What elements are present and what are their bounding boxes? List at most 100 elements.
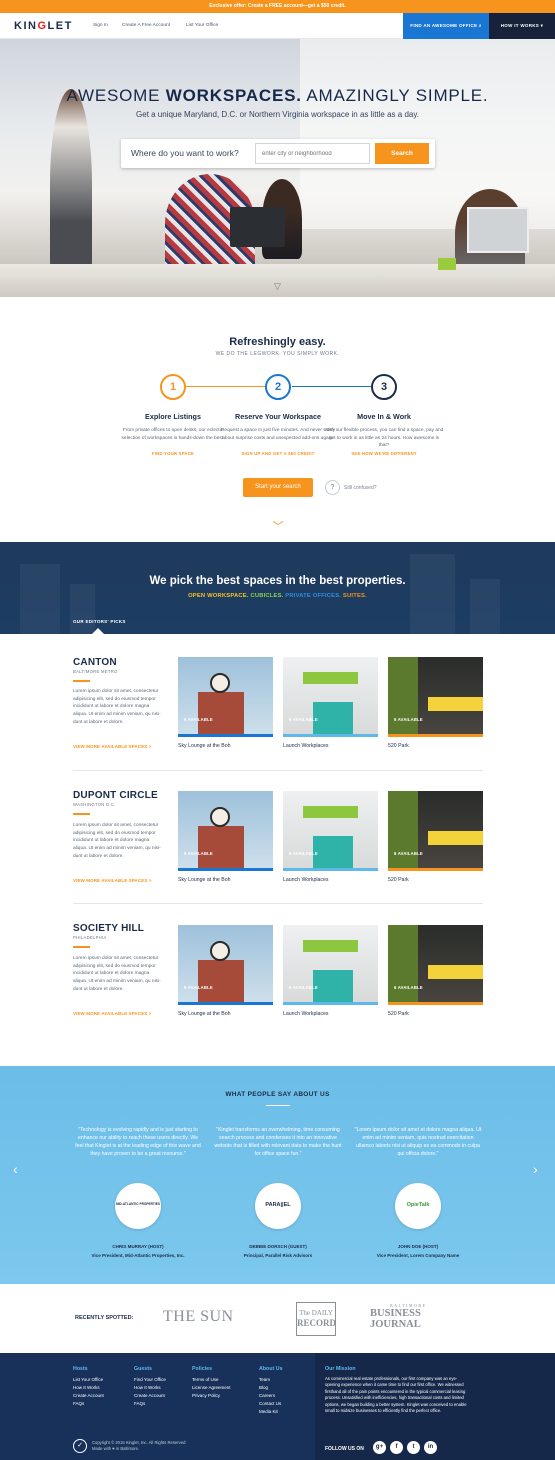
step-1-circle: 1 [160, 374, 186, 400]
promo-banner[interactable]: Exclusive offer: Create a FREE account—g… [0, 0, 555, 13]
availability-badge: 6 AVAILABLE [289, 851, 318, 856]
chevron-left-icon[interactable]: ‹ [13, 1161, 18, 1177]
footer-link[interactable]: Create Account [73, 1393, 104, 1398]
facebook-icon[interactable]: f [390, 1441, 403, 1454]
sign-in-link[interactable]: Sign In [93, 23, 108, 28]
testimonial-quote: "Kinglet transforms an overwhelming, tim… [214, 1127, 342, 1157]
footer-link[interactable]: Team [259, 1377, 270, 1382]
footer-link[interactable]: How It Works [73, 1385, 100, 1390]
find-your-space-link[interactable]: FIND YOUR SPACE [113, 451, 233, 456]
testimonial-name: DEBBIE DORSCH (GUEST) [249, 1244, 307, 1249]
help-icon[interactable]: ? [325, 480, 340, 495]
neighborhood-city: WASHINGTON D.C. [73, 802, 116, 807]
space-name[interactable]: Sky Lounge at the Boh [178, 877, 231, 883]
section-divider [73, 903, 483, 904]
step-1-title: Explore Listings [145, 412, 201, 421]
footer-link[interactable]: List Your Office [73, 1377, 103, 1382]
space-name[interactable]: Sky Lounge at the Boh [178, 743, 231, 749]
find-office-button[interactable]: FIND AN AWESOME OFFICE ⌕ [403, 13, 489, 39]
press-logo-business-journal[interactable]: BALTIMORE BUSINESS JOURNAL [370, 1303, 470, 1330]
footer-link[interactable]: Careers [259, 1393, 275, 1398]
location-search-input[interactable] [255, 143, 370, 164]
footer-link[interactable]: Create Account [134, 1393, 165, 1398]
google-plus-icon[interactable]: g+ [373, 1441, 386, 1454]
still-confused-link[interactable]: Still confused? [344, 485, 377, 491]
step-1-desc: From private offices to open desks, our … [121, 428, 225, 441]
find-office-label: FIND AN AWESOME OFFICE [410, 23, 478, 28]
availability-badge: 6 AVAILABLE [184, 985, 213, 990]
footer-link[interactable]: FAQs [73, 1401, 84, 1406]
testimonial-quote: "Lorem ipsum dolor sit amet et dolore ma… [354, 1127, 482, 1157]
space-name[interactable]: 520 Park [388, 877, 409, 883]
space-name[interactable]: Sky Lounge at the Boh [178, 1011, 231, 1017]
wall-art [303, 806, 358, 818]
chevron-down-icon[interactable]: ﹀ [268, 518, 288, 534]
see-how-different-link[interactable]: SEE HOW WE'RE DIFFERENT [324, 451, 444, 456]
neighborhood-name: DUPONT CIRCLE [73, 790, 158, 801]
editors-picks-label: OUR EDITORS' PICKS [73, 619, 126, 624]
footer-link[interactable]: Privacy Policy [192, 1393, 220, 1398]
space-card[interactable]: 6 AVAILABLE [388, 657, 483, 737]
space-name[interactable]: Launch Workplaces [283, 743, 328, 749]
step-3-title: Move In & Work [357, 412, 411, 421]
skyline-building [470, 579, 500, 634]
card-accent [388, 734, 483, 737]
company-logo-badge: OpieTalk [395, 1183, 441, 1229]
hero-title: AWESOME WORKSPACES. AMAZINGLY SIMPLE. [0, 86, 555, 106]
steps-subtitle: WE DO THE LEGWORK. YOU SIMPLY WORK. [215, 351, 340, 357]
footer-link[interactable]: Blog [259, 1385, 268, 1390]
kinglet-logo[interactable]: KINGLET [14, 20, 73, 32]
twitter-icon[interactable]: t [407, 1441, 420, 1454]
space-name[interactable]: 520 Park [388, 1011, 409, 1017]
how-it-works-label: HOW IT WORKS [500, 23, 540, 28]
view-more-spaces-link[interactable]: VIEW MORE AVAILABLE SPACES > [73, 744, 152, 749]
list-office-link[interactable]: List Your Office [186, 23, 218, 28]
logo-text-accent: G [37, 20, 48, 32]
footer-link[interactable]: FAQs [134, 1401, 145, 1406]
space-card[interactable]: 6 AVAILABLE [388, 791, 483, 871]
search-button[interactable]: Search [375, 143, 429, 164]
copyright: Copyright © 2015 Kinglet, Inc. All Right… [92, 1440, 185, 1452]
footer-link[interactable]: License Agreement [192, 1385, 231, 1390]
footer-link[interactable]: Find Your Office [134, 1377, 166, 1382]
footer-link[interactable]: How It Works [134, 1385, 161, 1390]
view-more-spaces-link[interactable]: VIEW MORE AVAILABLE SPACES > [73, 878, 152, 883]
company-logo-text: PARA||EL [265, 1202, 291, 1208]
space-card[interactable]: 6 AVAILABLE [283, 791, 378, 871]
linkedin-icon[interactable]: in [424, 1441, 437, 1454]
footer-link[interactable]: Contact Us [259, 1401, 281, 1406]
footer-link[interactable]: Terms of Use [192, 1377, 219, 1382]
space-name[interactable]: Launch Workplaces [283, 877, 328, 883]
space-card[interactable]: 6 AVAILABLE [178, 925, 273, 1005]
space-card[interactable]: 6 AVAILABLE [178, 657, 273, 737]
bj-bottom: BUSINESS JOURNAL [370, 1308, 421, 1330]
view-more-spaces-link[interactable]: VIEW MORE AVAILABLE SPACES > [73, 1011, 152, 1016]
step-2-circle: 2 [265, 374, 291, 400]
hero-window [300, 39, 555, 229]
space-card[interactable]: 6 AVAILABLE [178, 791, 273, 871]
footer-link[interactable]: Media Kit [259, 1409, 278, 1414]
picks-pointer [92, 628, 104, 634]
sign-up-credit-link[interactable]: SIGN UP AND GET A $50 CREDIT [218, 451, 338, 456]
step-2-desc: Request a space in just five minutes. An… [220, 428, 336, 441]
press-logo-daily-record[interactable]: The DAILY RECORD [296, 1302, 336, 1336]
building-art [198, 826, 244, 871]
wall-art [303, 940, 358, 952]
neighborhood-name: CANTON [73, 657, 117, 668]
space-card[interactable]: 6 AVAILABLE [283, 657, 378, 737]
chevron-down-icon[interactable]: ▽ [270, 281, 285, 296]
availability-badge: 6 AVAILABLE [394, 851, 423, 856]
space-card[interactable]: 6 AVAILABLE [388, 925, 483, 1005]
space-card[interactable]: 6 AVAILABLE [283, 925, 378, 1005]
type-private-offices: PRIVATE OFFICES. [283, 593, 342, 599]
space-name[interactable]: 520 Park [388, 743, 409, 749]
create-account-link[interactable]: Create A Free Account [122, 23, 170, 28]
space-name[interactable]: Launch Workplaces [283, 1011, 328, 1017]
start-search-button[interactable]: Start your search [243, 478, 313, 497]
availability-badge: 6 AVAILABLE [184, 717, 213, 722]
how-it-works-button[interactable]: HOW IT WORKS ▾ [489, 13, 555, 39]
chevron-right-icon[interactable]: › [533, 1161, 538, 1177]
card-accent [178, 734, 273, 737]
press-logo-sun[interactable]: THE SUN [163, 1308, 234, 1326]
testimonial-quote: "Technology is evolving rapidly and is j… [75, 1127, 201, 1157]
